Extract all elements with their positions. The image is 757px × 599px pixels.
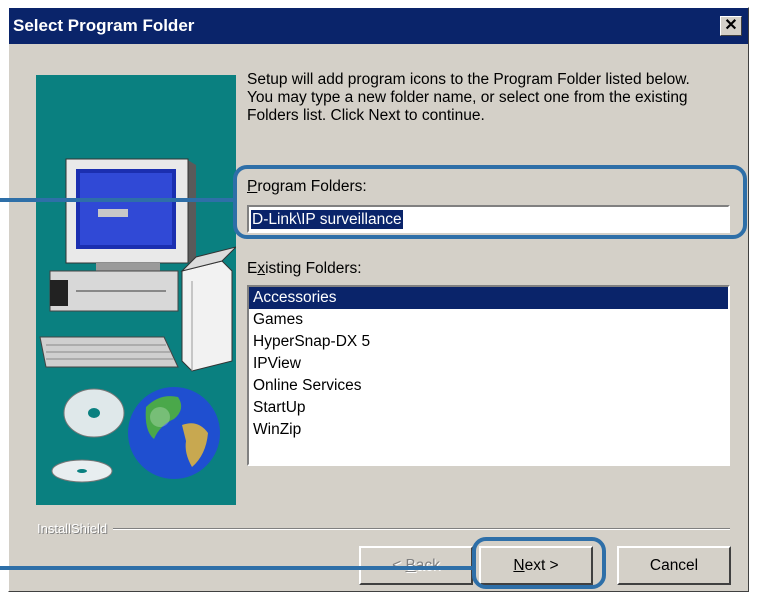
- speaker: [50, 280, 68, 306]
- list-item[interactable]: IPView: [249, 353, 728, 375]
- program-folder-input[interactable]: D-Link\IP surveillance: [247, 205, 730, 233]
- window-title: Select Program Folder: [13, 16, 195, 35]
- existing-folders-list[interactable]: Accessories Games HyperSnap-DX 5 IPView …: [247, 285, 730, 466]
- title-bar[interactable]: Select Program Folder ✕: [9, 8, 748, 44]
- list-item[interactable]: Accessories: [249, 287, 728, 309]
- program-folder-value: D-Link\IP surveillance: [251, 210, 403, 229]
- back-button[interactable]: < Back: [359, 546, 473, 585]
- globe-highlight: [150, 407, 170, 427]
- list-item[interactable]: StartUp: [249, 397, 728, 419]
- back-label-rest: ack: [415, 557, 440, 574]
- list-item[interactable]: Games: [249, 309, 728, 331]
- close-button[interactable]: ✕: [720, 16, 742, 36]
- next-mnemonic: N: [513, 557, 525, 574]
- computer-and-globe-illustration: [36, 75, 236, 505]
- back-prefix: <: [392, 557, 406, 574]
- disc-upper-hole: [88, 408, 100, 418]
- program-folders-mnemonic: P: [247, 178, 258, 195]
- next-button[interactable]: Next >: [479, 546, 593, 585]
- software-box: [181, 260, 233, 372]
- disc-lower-hole: [77, 469, 87, 473]
- cancel-button[interactable]: Cancel: [617, 546, 731, 585]
- instructions-text: Setup will add program icons to the Prog…: [247, 71, 690, 124]
- list-item[interactable]: HyperSnap-DX 5: [249, 331, 728, 353]
- next-label-rest: ext >: [524, 557, 559, 574]
- existing-folders-label-first: E: [247, 260, 258, 277]
- program-folders-label-rest: rogram Folders:: [257, 178, 367, 195]
- dialog-window: Select Program Folder ✕ Setup will add p…: [8, 7, 749, 592]
- program-folders-label: Program Folders:: [247, 178, 367, 196]
- screen-window: [98, 209, 128, 217]
- existing-folders-label-rest: isting Folders:: [265, 260, 362, 277]
- close-icon: ✕: [724, 17, 738, 34]
- list-item[interactable]: Online Services: [249, 375, 728, 397]
- brand-divider: [37, 528, 730, 530]
- list-item[interactable]: WinZip: [249, 419, 728, 441]
- existing-folders-label: Existing Folders:: [247, 260, 362, 278]
- existing-folders-mnemonic: x: [257, 260, 266, 277]
- back-mnemonic: B: [405, 557, 416, 574]
- installshield-brand: InstallShield: [37, 521, 114, 536]
